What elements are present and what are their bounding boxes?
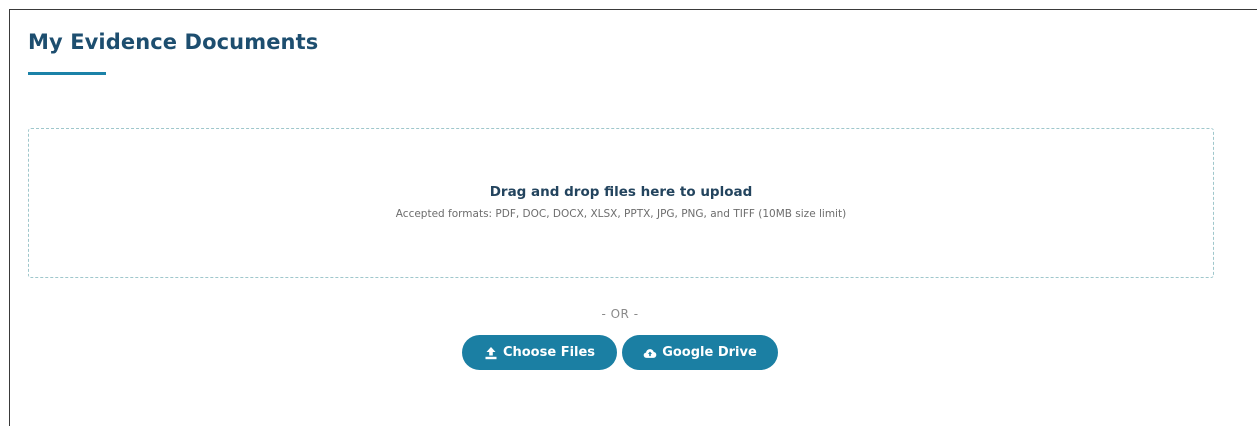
page-title: My Evidence Documents (28, 30, 319, 54)
evidence-panel: My Evidence Documents Drag and drop file… (9, 9, 1257, 426)
or-divider: - OR - (601, 307, 639, 321)
cloud-upload-icon (643, 346, 657, 360)
title-underline (28, 72, 106, 75)
google-drive-button[interactable]: Google Drive (622, 335, 778, 370)
choose-files-label: Choose Files (502, 345, 596, 360)
google-drive-label: Google Drive (662, 345, 757, 360)
upload-icon (484, 346, 498, 360)
accepted-formats-text: Accepted formats: PDF, DOC, DOCX, XLSX, … (395, 208, 847, 220)
dropzone-title: Drag and drop files here to upload (489, 184, 753, 200)
file-dropzone[interactable]: Drag and drop files here to upload Accep… (28, 128, 1214, 278)
choose-files-button[interactable]: Choose Files (462, 335, 617, 370)
